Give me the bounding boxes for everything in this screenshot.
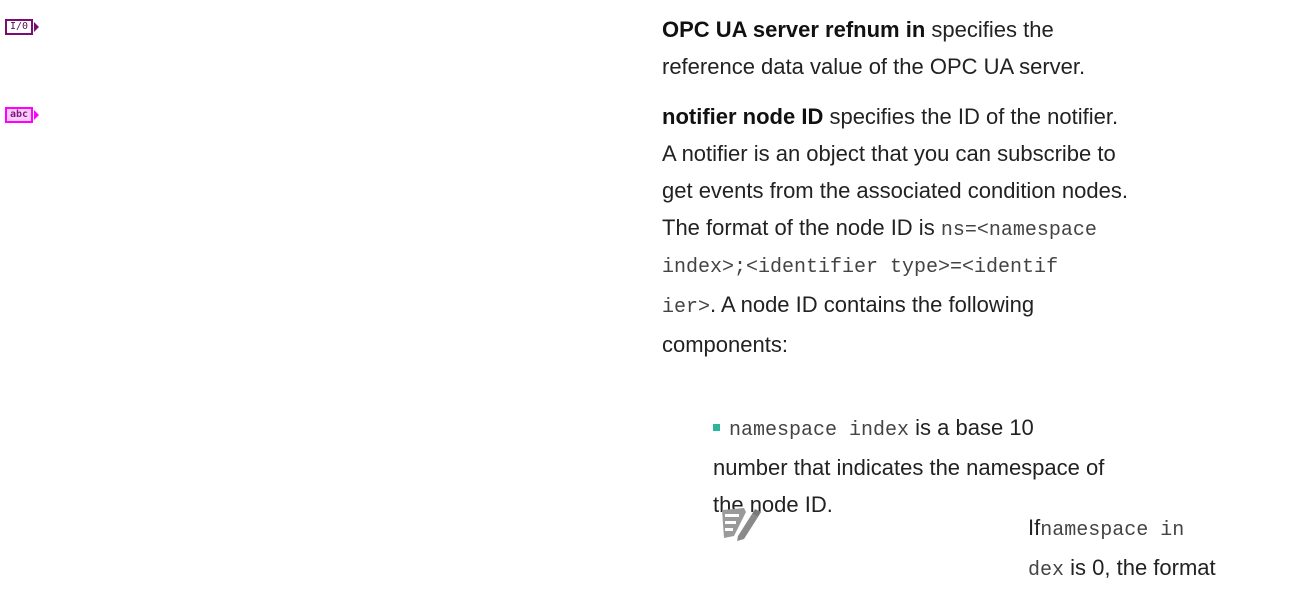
param-notifier-node-id-description: notifier node ID specifies the ID of the…: [662, 98, 1310, 363]
note-text: Ifnamespace in dex is 0, the format: [1028, 509, 1310, 589]
param-name: OPC UA server refnum in: [662, 17, 926, 42]
param-desc-text: specifies the ID of the notifier.: [829, 104, 1119, 129]
bullet-icon: [713, 423, 720, 431]
list-item-text: is a base 10: [915, 415, 1034, 440]
code-text: namespace index: [729, 419, 910, 442]
param-desc-text: get events from the associated condition…: [662, 178, 1128, 203]
string-terminal-icon: abc: [5, 107, 79, 123]
list-item-namespace-index: namespace index is a base 10 number that…: [713, 409, 1310, 523]
code-text: namespace in: [1040, 519, 1185, 542]
terminal-arrow-icon: [34, 22, 40, 32]
param-desc-text: reference data value of the OPC UA serve…: [662, 54, 1086, 79]
param-server-refnum-description: OPC UA server refnum in specifies the re…: [662, 11, 1310, 85]
code-text: index>;<identifier type>=<identif: [662, 256, 1059, 279]
param-name: notifier node ID: [662, 104, 824, 129]
note-pencil-icon: [722, 508, 761, 541]
param-desc-text: . A node ID contains the following: [710, 292, 1035, 317]
terminal-arrow-icon: [34, 110, 40, 120]
param-desc-text: The format of the node ID is: [662, 215, 935, 240]
code-text: ns=<namespace: [940, 219, 1097, 242]
code-text: dex: [1028, 559, 1065, 582]
param-desc-text: specifies the: [931, 17, 1054, 42]
refnum-terminal-icon: I/0: [5, 19, 79, 35]
param-desc-text: components:: [662, 332, 788, 357]
refnum-terminal-label: I/0: [5, 19, 34, 35]
note-text-rest: is 0, the format: [1070, 555, 1216, 580]
param-desc-text: A notifier is an object that you can sub…: [662, 141, 1116, 166]
code-text: ier>: [662, 296, 711, 319]
note-prefix: If: [1028, 515, 1041, 540]
list-item-text: number that indicates the namespace of: [713, 455, 1105, 480]
string-terminal-label: abc: [5, 107, 34, 123]
